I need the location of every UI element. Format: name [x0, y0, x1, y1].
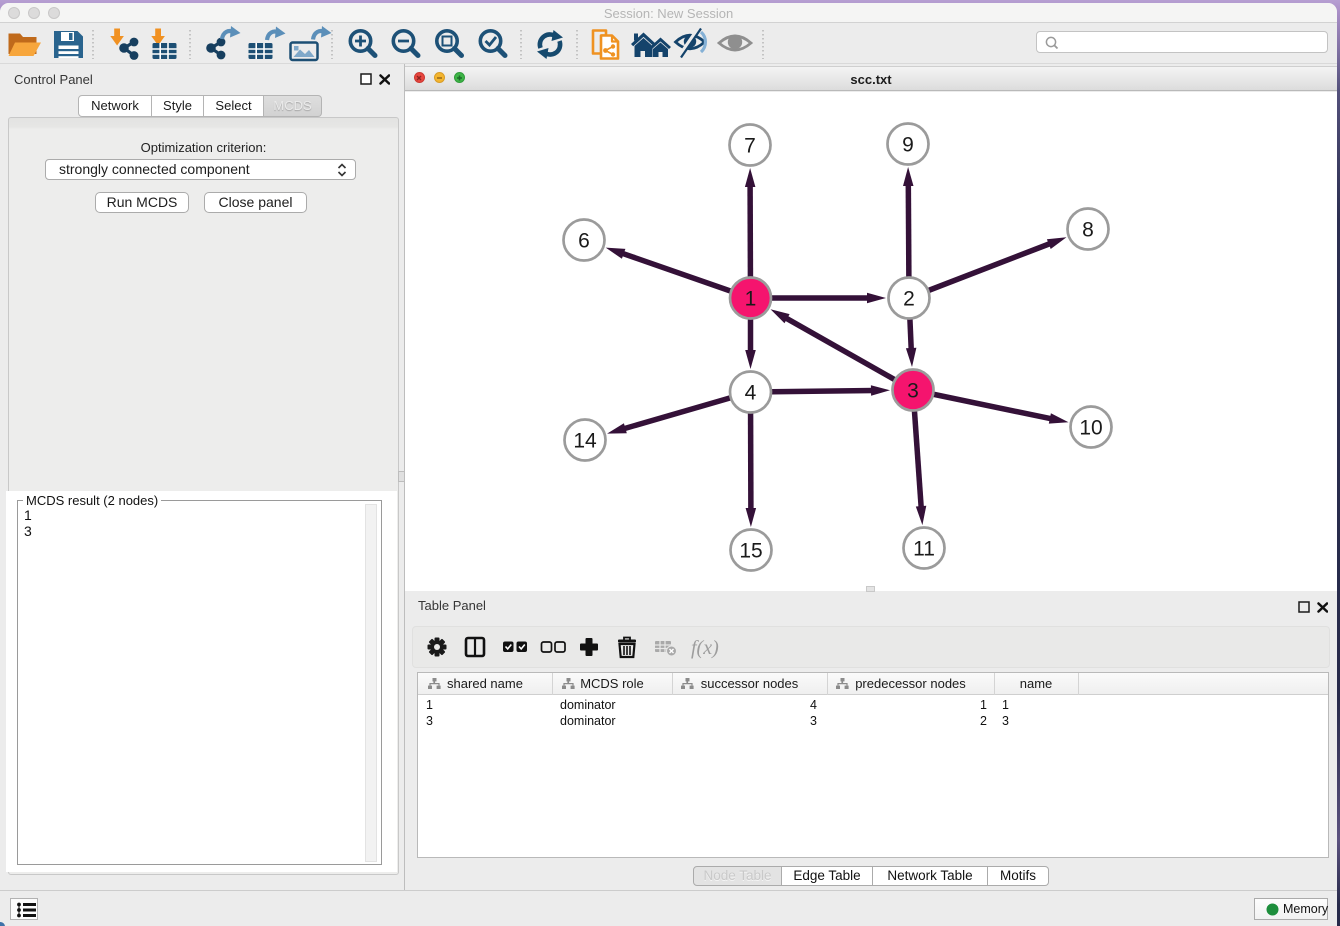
svg-text:8: 8: [1082, 219, 1094, 242]
svg-text:6: 6: [578, 230, 590, 253]
svg-text:9: 9: [902, 134, 914, 157]
svg-text:f(x): f(x): [691, 637, 719, 659]
svg-text:3: 3: [907, 380, 919, 403]
svg-text:4: 4: [745, 382, 757, 405]
svg-text:15: 15: [739, 540, 762, 563]
svg-text:1: 1: [745, 288, 757, 311]
svg-text:7: 7: [744, 135, 756, 158]
svg-text:11: 11: [913, 538, 935, 561]
svg-text:2: 2: [903, 288, 915, 311]
svg-text:14: 14: [573, 430, 597, 453]
svg-text:10: 10: [1079, 417, 1102, 440]
